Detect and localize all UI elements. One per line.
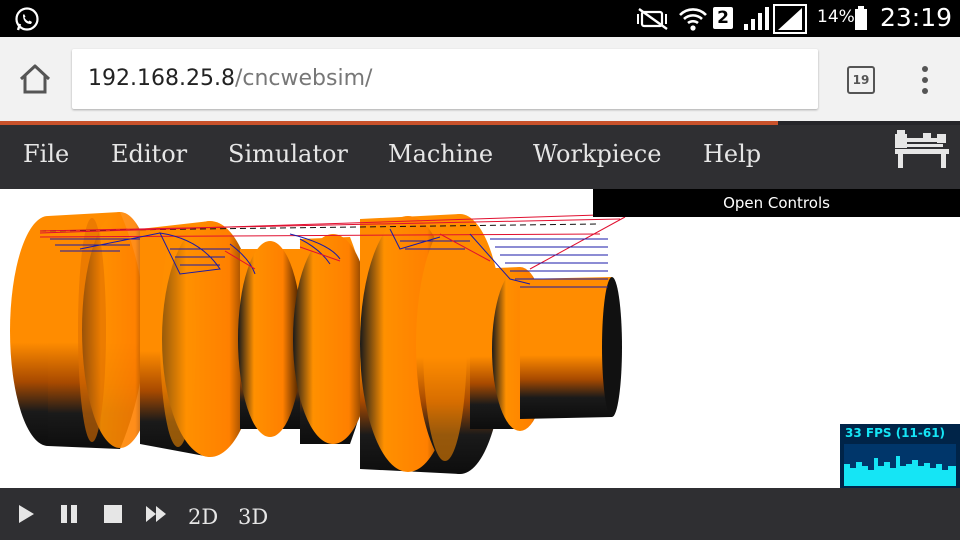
fps-meter: 33 FPS (11-61)	[840, 424, 960, 488]
simulation-canvas[interactable]: Open Controls 33 FPS (11-61)	[0, 189, 960, 488]
view-3d-button[interactable]: 3D	[238, 505, 268, 529]
workpiece-3d-view	[10, 212, 631, 474]
overflow-menu-icon[interactable]	[918, 65, 932, 95]
play-icon[interactable]	[14, 502, 38, 526]
whatsapp-icon	[15, 7, 39, 31]
url-host: 192.168.25.8	[88, 66, 235, 91]
fps-graph	[844, 444, 956, 486]
fast-forward-icon[interactable]	[144, 502, 168, 526]
tab-switcher-button[interactable]: 19	[847, 66, 875, 94]
mute-icon	[637, 8, 668, 30]
wifi-icon	[679, 8, 707, 31]
menu-simulator[interactable]: Simulator	[228, 140, 348, 168]
signal-icon	[744, 7, 769, 30]
open-controls-button[interactable]: Open Controls	[593, 189, 960, 217]
player-bar: 2D 3D	[0, 488, 960, 540]
view-2d-button[interactable]: 2D	[188, 505, 218, 529]
fps-label: 33 FPS (11-61)	[845, 426, 946, 440]
menu-file[interactable]: File	[23, 140, 69, 168]
sim-slot-badge: 2	[713, 7, 733, 29]
menu-workpiece[interactable]: Workpiece	[533, 140, 661, 168]
url-text: 192.168.25.8/cncwebsim/	[88, 66, 372, 91]
clock: 23:19	[880, 3, 953, 32]
menu-editor[interactable]: Editor	[111, 140, 187, 168]
status-bar: 2 14% 23:19	[0, 0, 960, 37]
browser-toolbar: 192.168.25.8/cncwebsim/ 19	[0, 37, 960, 121]
battery-percent: 14%	[817, 7, 855, 27]
menu-machine[interactable]: Machine	[388, 140, 493, 168]
lathe-logo-icon	[895, 130, 949, 168]
pause-icon[interactable]	[57, 502, 81, 526]
address-bar[interactable]: 192.168.25.8/cncwebsim/	[72, 49, 818, 109]
battery-icon	[855, 6, 867, 30]
menu-help[interactable]: Help	[703, 140, 761, 168]
home-icon[interactable]	[17, 63, 53, 95]
url-path: /cncwebsim/	[234, 66, 373, 91]
signal-icon	[773, 4, 807, 34]
stop-icon[interactable]	[101, 502, 125, 526]
app-menu-bar: File Editor Simulator Machine Workpiece …	[0, 125, 960, 189]
